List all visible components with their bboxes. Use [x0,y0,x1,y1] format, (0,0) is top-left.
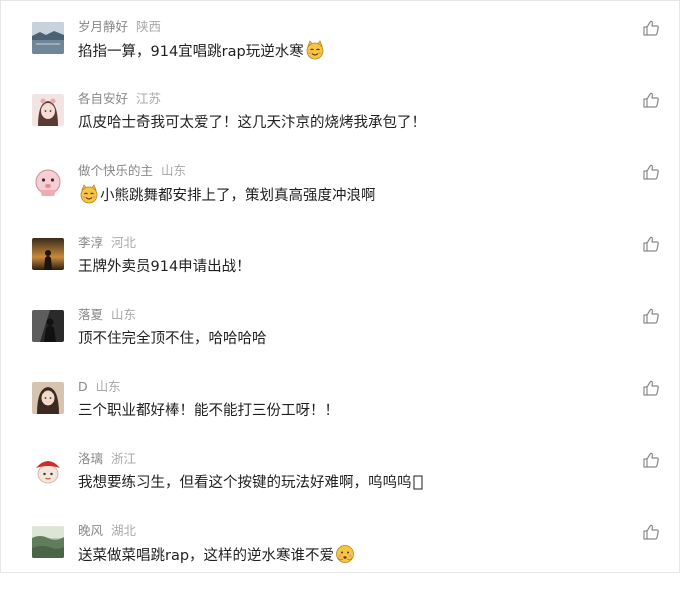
username[interactable]: D [78,379,88,394]
shy-face-emoji [335,544,355,564]
comment-meta: 做个快乐的主 山东 [78,162,186,180]
comment-text-before: 送菜做菜唱跳rap，这样的逆水寒谁不爱 [78,548,335,564]
comment-text-before: 三个职业都好棒！能不能打三份工呀！！ [78,403,339,419]
comment-text-before: 顶不住完全顶不住，哈哈哈哈 [78,331,267,347]
comment-meta: 洛璃 浙江 [78,450,136,468]
green-field-avatar[interactable] [32,526,64,558]
thumbs-up-outline-icon[interactable] [642,19,660,37]
comment-item: 李淳 河北 王牌外卖员914申请出战！ [0,234,680,306]
comment-text-after: 小熊跳舞都安排上了，策划真高强度冲浪啊 [100,188,376,204]
comment-text-before: 王牌外卖员914申请出战！ [78,259,251,275]
comment-meta: 落夏 山东 [78,306,136,324]
username[interactable]: 李淳 [78,235,103,250]
comment-meta: 各自安好 江苏 [78,90,161,108]
location: 山东 [95,379,121,394]
comment-text: 送菜做菜唱跳rap，这样的逆水寒谁不爱 [78,544,356,567]
location: 浙江 [111,451,137,466]
comment-item: 晚风 湖北 送菜做菜唱跳rap，这样的逆水寒谁不爱 [0,522,680,594]
comment-item: 洛璃 浙江 我想要练习生，但看这个按键的玩法好难啊，呜呜呜 [0,450,680,522]
comment-meta: 岁月静好 陕西 [78,18,161,36]
comment-meta: 李淳 河北 [78,234,136,252]
comment-text: 王牌外卖员914申请出战！ [78,256,251,278]
location: 湖北 [111,523,137,538]
username[interactable]: 做个快乐的主 [78,163,153,178]
comment-text-before: 我想要练习生，但看这个按键的玩法好难啊，呜呜呜 [78,475,412,491]
cat-smile-emoji [305,40,325,60]
location: 山东 [111,307,137,322]
lake-landscape-avatar[interactable] [32,22,64,54]
red-hat-cartoon-avatar[interactable] [32,454,64,486]
girl-portrait-avatar[interactable] [32,94,64,126]
thumbs-up-outline-icon[interactable] [642,451,660,469]
dark-figure-avatar[interactable] [32,310,64,342]
username[interactable]: 岁月静好 [78,19,128,34]
comment-text: 我想要练习生，但看这个按键的玩法好难啊，呜呜呜 [78,472,424,494]
comment-text: 掐指一算，914宜唱跳rap玩逆水寒 [78,40,326,63]
thumbs-up-outline-icon[interactable] [642,91,660,109]
girl-longhair-avatar[interactable] [32,382,64,414]
username[interactable]: 各自安好 [78,91,128,106]
comment-item: 落夏 山东 顶不住完全顶不住，哈哈哈哈 [0,306,680,378]
cartoon-face-avatar[interactable] [32,166,64,198]
comment-item: 做个快乐的主 山东 小熊跳舞都安排上了，策划真高强度冲浪啊 [0,162,680,234]
location: 山东 [161,163,187,178]
username[interactable]: 落夏 [78,307,103,322]
sunset-silhouette-avatar[interactable] [32,238,64,270]
thumbs-up-outline-icon[interactable] [642,379,660,397]
comment-text: 小熊跳舞都安排上了，策划真高强度冲浪啊 [78,184,376,207]
comment-item: D 山东 三个职业都好棒！能不能打三份工呀！！ [0,378,680,450]
thumbs-up-outline-icon[interactable] [642,307,660,325]
thumbs-up-outline-icon[interactable] [642,523,660,541]
cat-smile-emoji [79,184,99,204]
comment-item: 岁月静好 陕西 掐指一算，914宜唱跳rap玩逆水寒 [0,18,680,90]
comment-text-before: 掐指一算，914宜唱跳rap玩逆水寒 [78,44,304,60]
comment-text: 三个职业都好棒！能不能打三份工呀！！ [78,400,339,422]
comment-text: 顶不住完全顶不住，哈哈哈哈 [78,328,267,350]
thumbs-up-outline-icon[interactable] [642,163,660,181]
thumbs-up-outline-icon[interactable] [642,235,660,253]
missing-glyph-box [413,473,423,491]
username[interactable]: 洛璃 [78,451,103,466]
location: 陕西 [136,19,162,34]
location: 江苏 [136,91,162,106]
comment-meta: 晚风 湖北 [78,522,136,540]
comment-meta: D 山东 [78,378,121,396]
comment-text-before: 瓜皮哈士奇我可太爱了！这几天汴京的烧烤我承包了！ [78,115,426,131]
comment-item: 各自安好 江苏 瓜皮哈士奇我可太爱了！这几天汴京的烧烤我承包了！ [0,90,680,162]
comment-text: 瓜皮哈士奇我可太爱了！这几天汴京的烧烤我承包了！ [78,112,426,134]
location: 河北 [111,235,137,250]
username[interactable]: 晚风 [78,523,103,538]
